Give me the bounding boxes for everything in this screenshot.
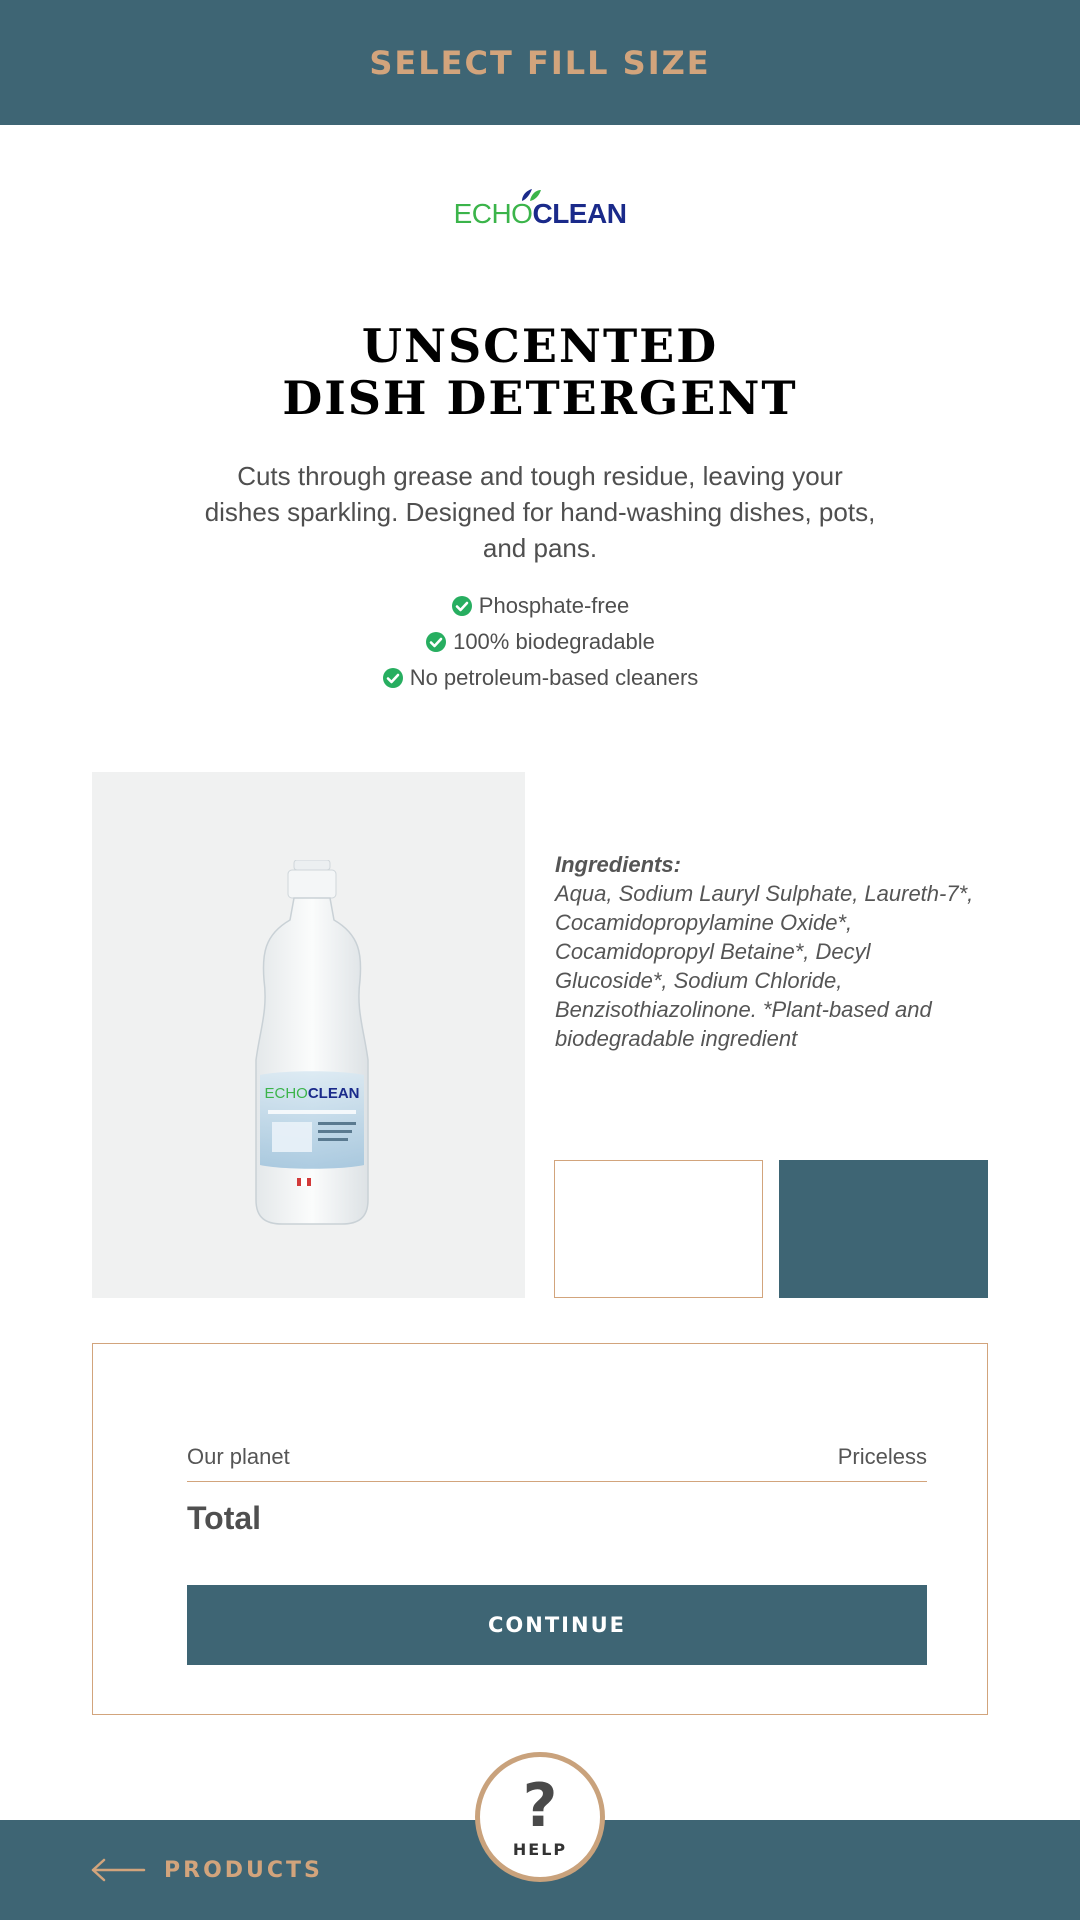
feature-list: Phosphate-free 100% biodegradable No pet… xyxy=(0,588,1080,696)
product-image: ECHOCLEAN xyxy=(92,772,525,1298)
size-option-small[interactable] xyxy=(554,1160,763,1298)
feature-label: Phosphate-free xyxy=(478,593,630,618)
feature-item: No petroleum-based cleaners xyxy=(0,660,1080,696)
brand-name-echo: ECHO xyxy=(453,198,533,229)
total-label: Total xyxy=(187,1500,262,1536)
feature-label: No petroleum-based cleaners xyxy=(409,665,699,690)
summary-line-value: Priceless xyxy=(837,1443,927,1469)
svg-text:ECHOCLEAN: ECHOCLEAN xyxy=(264,1085,359,1102)
bottle-illustration: ECHOCLEAN xyxy=(255,860,369,1225)
product-title-line1: UNSCENTED xyxy=(361,319,719,373)
leaf-icon xyxy=(521,189,541,201)
back-link-label: PRODUCTS xyxy=(164,1857,323,1883)
feature-item: 100% biodegradable xyxy=(0,624,1080,660)
product-title-line2: DISH DETERGENT xyxy=(282,371,798,425)
product-description: Cuts through grease and tough residue, l… xyxy=(204,461,876,563)
summary-line: Our planet Priceless xyxy=(187,1432,927,1482)
order-summary: Our planet Priceless Total CONTINUE xyxy=(92,1343,988,1715)
check-circle-icon xyxy=(451,596,472,616)
summary-line-label: Our planet xyxy=(187,1443,290,1469)
ingredients-text: Ingredients: Aqua, Sodium Lauryl Sulphat… xyxy=(555,850,975,1053)
back-to-products-link[interactable]: PRODUCTS xyxy=(90,1848,323,1892)
help-label: HELP xyxy=(512,1839,568,1859)
product-title: UNSCENTED DISH DETERGENT xyxy=(0,320,1080,424)
help-button[interactable]: ? HELP xyxy=(475,1752,605,1882)
page-title: SELECT FILL SIZE xyxy=(369,43,711,82)
question-mark-icon: ? xyxy=(522,1770,558,1841)
ingredients-heading: Ingredients: xyxy=(555,852,681,877)
check-circle-icon xyxy=(426,632,447,652)
continue-button[interactable]: CONTINUE xyxy=(187,1585,927,1665)
check-circle-icon xyxy=(382,668,403,688)
ingredients-list: Aqua, Sodium Lauryl Sulphate, Laureth-7*… xyxy=(555,881,974,1051)
brand-name-clean: CLEAN xyxy=(532,198,627,229)
top-bar: SELECT FILL SIZE xyxy=(0,0,1080,125)
brand-logo: ECHOCLEAN xyxy=(0,180,1080,230)
feature-item: Phosphate-free xyxy=(0,588,1080,624)
feature-label: 100% biodegradable xyxy=(453,629,655,654)
size-option-large[interactable] xyxy=(779,1160,988,1298)
arrow-left-icon xyxy=(91,1858,146,1882)
